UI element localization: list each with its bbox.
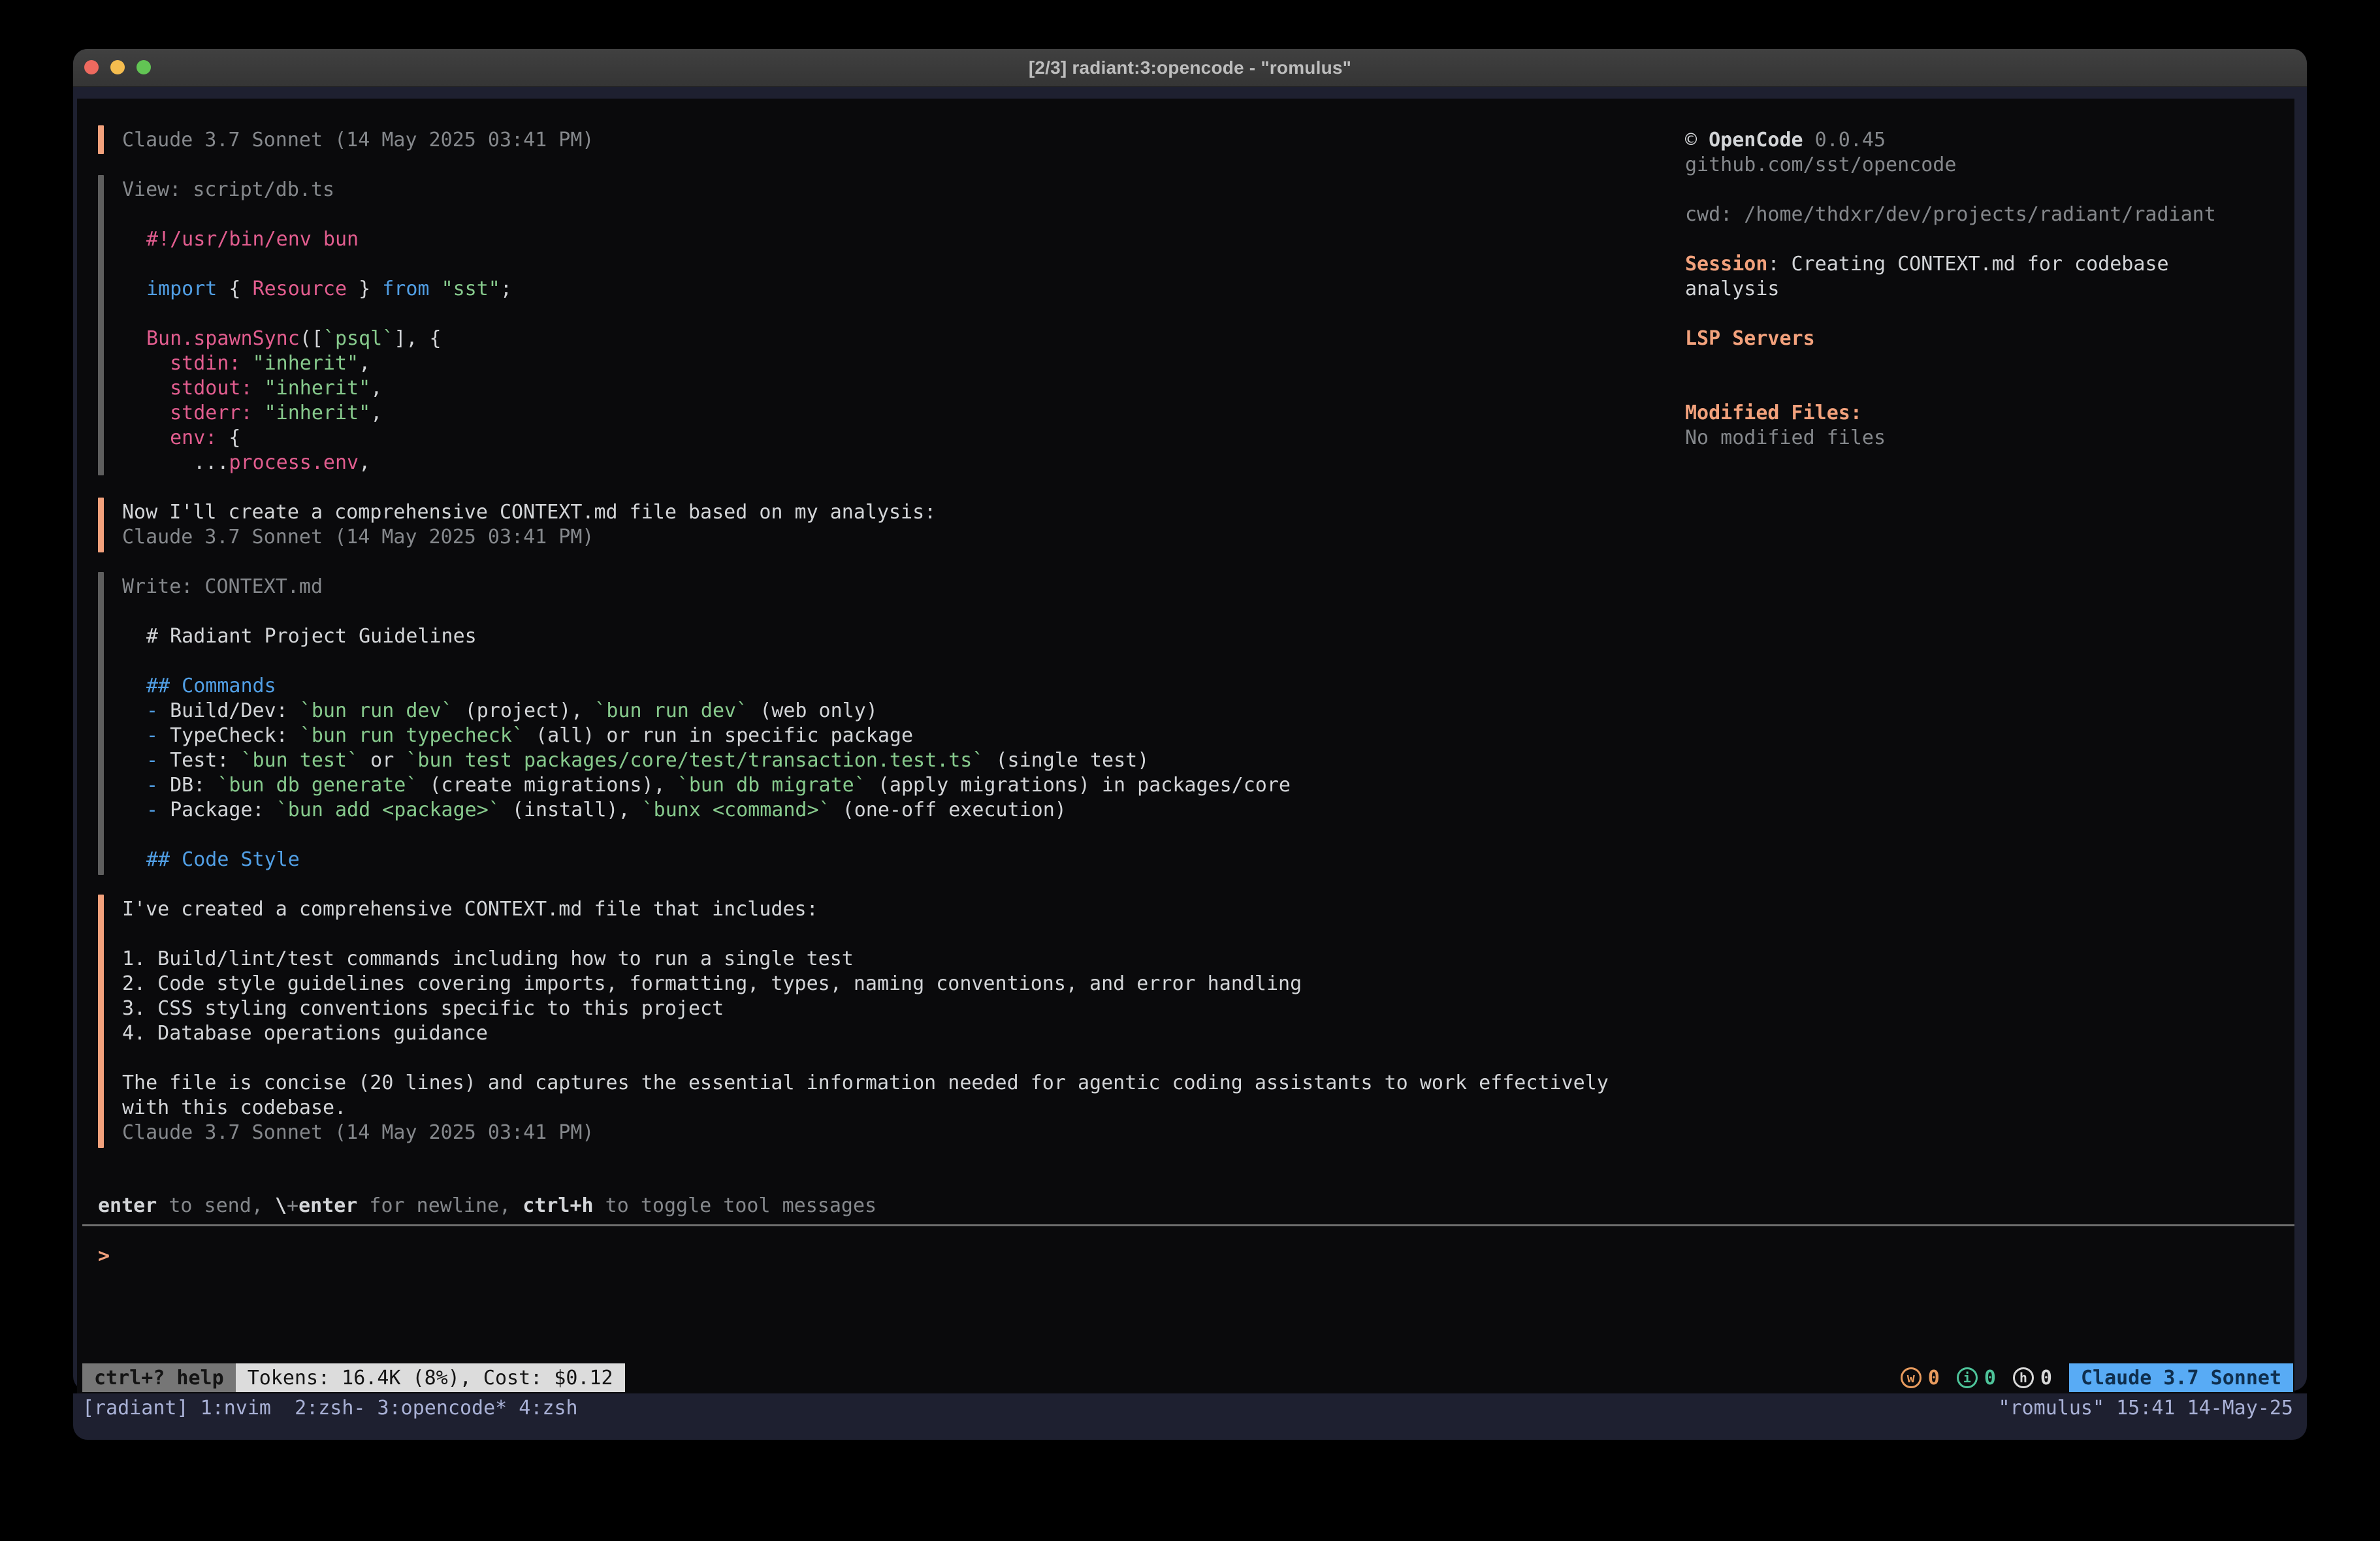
terminal-window: [2/3] radiant:3:opencode - "romulus" Cla… <box>73 49 2307 1391</box>
diagnostic-h-indicator: h0 <box>2013 1367 2052 1390</box>
message-text: Now I'll create a comprehensive CONTEXT.… <box>122 500 936 525</box>
markdown-line: ## Code Style <box>146 848 300 872</box>
diagnostic-w-indicator: w0 <box>1901 1367 1940 1390</box>
message-text: with this codebase. <box>122 1096 346 1120</box>
sidebar-session: Session: Creating CONTEXT.md for codebas… <box>1685 252 2169 277</box>
message-text: 1. Build/lint/test commands including ho… <box>122 947 854 972</box>
message-header: Claude 3.7 Sonnet (14 May 2025 03:41 PM) <box>122 525 594 550</box>
tool-title: View: script/db.ts <box>122 178 334 202</box>
diagnostic-i-indicator: i0 <box>1957 1367 1996 1390</box>
message-text: 2. Code style guidelines covering import… <box>122 972 1302 996</box>
help-badge[interactable]: ctrl+? help <box>82 1363 236 1392</box>
markdown-line: # Radiant Project Guidelines <box>146 624 477 649</box>
sidebar-modified-empty: No modified files <box>1685 426 1886 451</box>
markdown-line: - TypeCheck: `bun run typecheck` (all) o… <box>146 723 913 748</box>
sidebar-repo-url: github.com/sst/opencode <box>1685 153 1956 178</box>
message-text: I've created a comprehensive CONTEXT.md … <box>122 897 818 922</box>
markdown-line: ## Commands <box>146 674 276 699</box>
sidebar-modified-heading: Modified Files: <box>1685 401 1862 426</box>
code-line: import { Resource } from "sst"; <box>146 277 512 302</box>
status-bar: ctrl+? help Tokens: 16.4K (8%), Cost: $0… <box>82 1363 2293 1392</box>
code-line: env: { <box>146 426 241 451</box>
w-circle-icon: w <box>1901 1367 1922 1388</box>
sidebar-session: analysis <box>1685 277 1780 302</box>
tmux-window-list[interactable]: [radiant] 1:nvim 2:zsh- 3:opencode* 4:zs… <box>82 1396 578 1421</box>
sidebar-lsp-heading: LSP Servers <box>1685 326 1815 351</box>
tokens-cost-badge: Tokens: 16.4K (8%), Cost: $0.12 <box>236 1363 625 1392</box>
input-separator <box>82 1224 2294 1226</box>
message-text: The file is concise (20 lines) and captu… <box>122 1071 1609 1096</box>
markdown-line: - Test: `bun test` or `bun test packages… <box>146 748 1149 773</box>
i-circle-icon: i <box>1957 1367 1978 1388</box>
model-badge[interactable]: Claude 3.7 Sonnet <box>2069 1363 2293 1392</box>
diagnostic-indicators: w0i0h0 <box>1901 1367 2052 1390</box>
terminal-lines-layer: Claude 3.7 Sonnet (14 May 2025 03:41 PM)… <box>73 49 2307 1391</box>
code-line: stderr: "inherit", <box>146 401 382 426</box>
message-header: Claude 3.7 Sonnet (14 May 2025 03:41 PM) <box>122 128 594 153</box>
sidebar-cwd: cwd: /home/thdxr/dev/projects/radiant/ra… <box>1685 202 2216 227</box>
code-line: ...process.env, <box>146 451 370 475</box>
markdown-line: - Build/Dev: `bun run dev` (project), `b… <box>146 699 878 723</box>
code-line: #!/usr/bin/env bun <box>146 227 359 252</box>
tmux-status-bar: [radiant] 1:nvim 2:zsh- 3:opencode* 4:zs… <box>73 1393 2307 1440</box>
tmux-session-time: "romulus" 15:41 14-May-25 <box>1998 1396 2293 1421</box>
diagnostic-count: 0 <box>2040 1367 2052 1390</box>
markdown-line: - Package: `bun add <package>` (install)… <box>146 798 1067 823</box>
prompt-chevron[interactable]: > <box>98 1244 110 1269</box>
diagnostic-count: 0 <box>1984 1367 1996 1390</box>
message-header: Claude 3.7 Sonnet (14 May 2025 03:41 PM) <box>122 1120 594 1145</box>
tool-title: Write: CONTEXT.md <box>122 575 323 599</box>
input-hint: enter to send, \+enter for newline, ctrl… <box>98 1194 876 1218</box>
code-line: stdin: "inherit", <box>146 351 370 376</box>
code-line: stdout: "inherit", <box>146 376 382 401</box>
diagnostic-count: 0 <box>1928 1367 1940 1390</box>
message-text: 4. Database operations guidance <box>122 1021 488 1046</box>
sidebar-app-title: © OpenCode 0.0.45 <box>1685 128 1886 153</box>
markdown-line: - DB: `bun db generate` (create migratio… <box>146 773 1291 798</box>
code-line: Bun.spawnSync([`psql`], { <box>146 326 442 351</box>
message-text: 3. CSS styling conventions specific to t… <box>122 996 724 1021</box>
h-circle-icon: h <box>2013 1367 2034 1388</box>
